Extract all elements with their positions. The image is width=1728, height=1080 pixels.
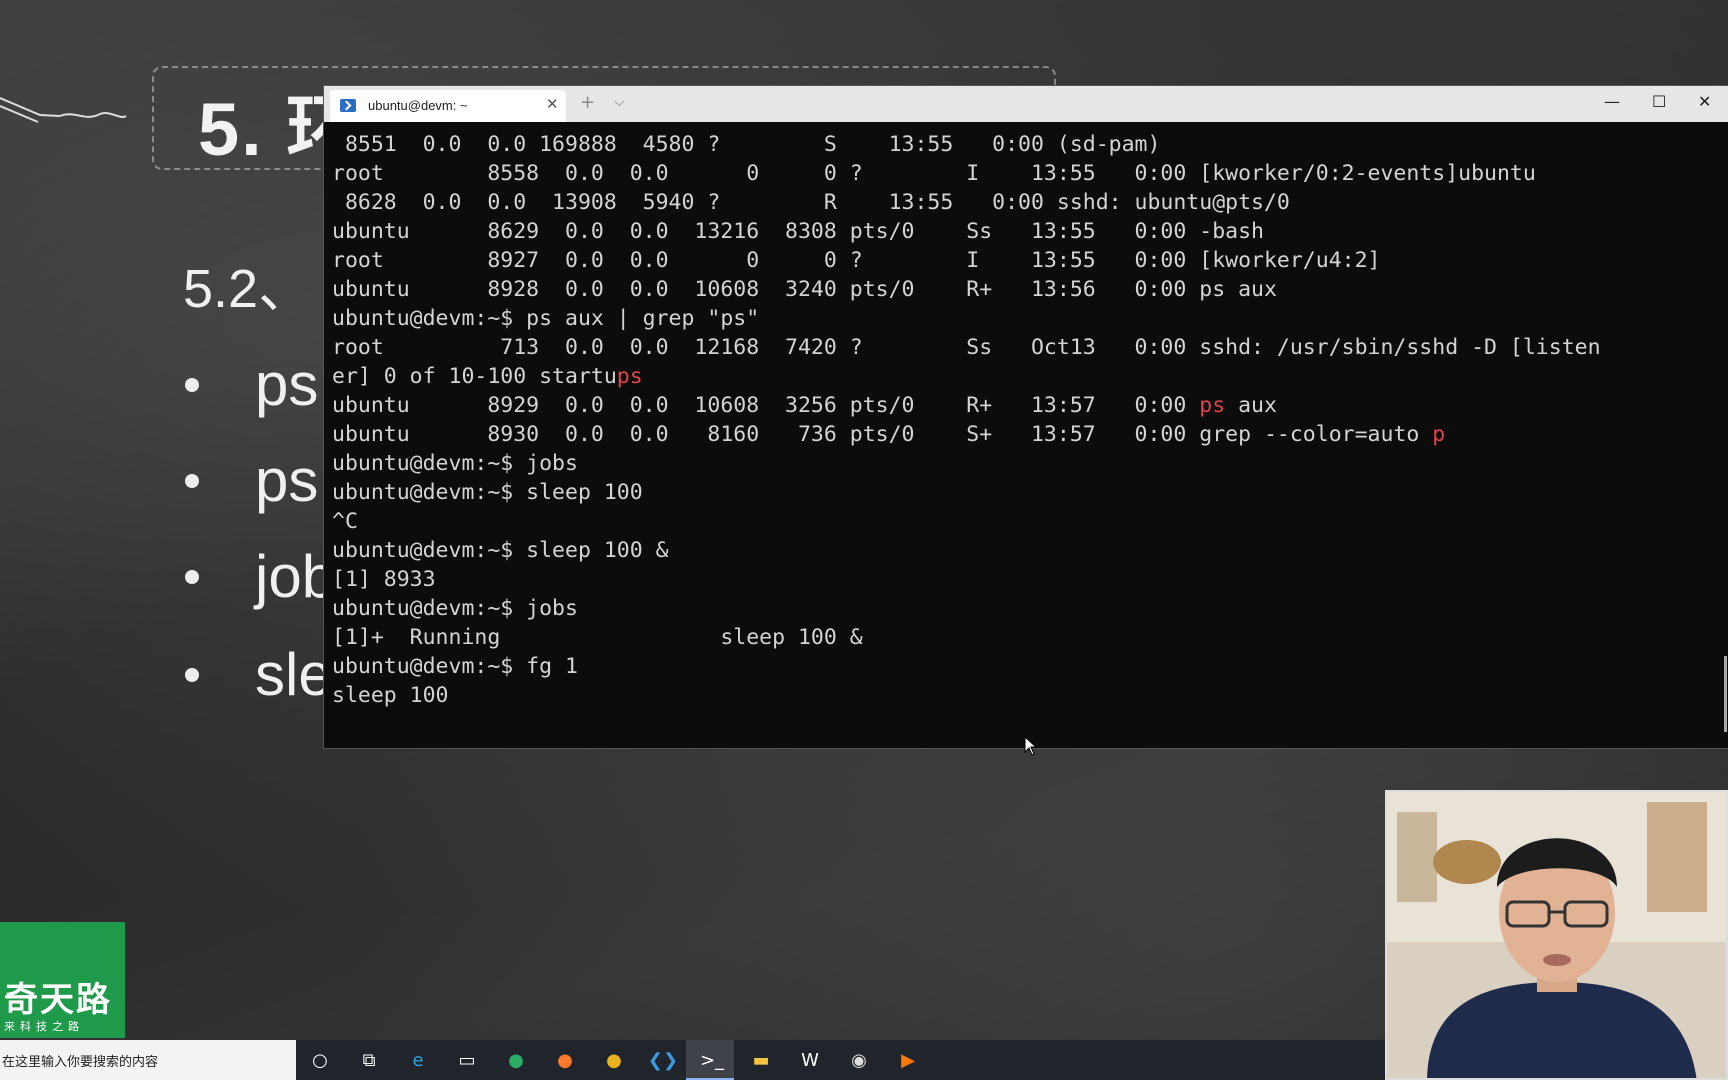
terminal-line: ubuntu@devm:~$ jobs — [332, 594, 1712, 623]
terminal-line: root 8558 0.0 0.0 0 0 ? I 13:55 0:00 [kw… — [332, 159, 1712, 188]
terminal-line: ubuntu@devm:~$ fg 1 — [332, 652, 1712, 681]
terminal-line: ubuntu 8928 0.0 0.0 10608 3240 pts/0 R+ … — [332, 275, 1712, 304]
terminal-line: root 713 0.0 0.0 12168 7420 ? Ss Oct13 0… — [332, 333, 1712, 362]
bullet-dot — [185, 378, 199, 392]
taskbar-search-box[interactable]: 在这里输入你要搜索的内容 — [0, 1040, 296, 1080]
minimize-button[interactable]: — — [1604, 92, 1620, 111]
windows-taskbar: 在这里输入你要搜索的内容 ○ ⧉ e ▭ ● ● ● ❮❯ >_ ▬ W ◉ ▶ — [0, 1040, 1385, 1080]
terminal-line-text: ubuntu@devm:~$ sleep 100 — [332, 480, 643, 505]
grep-match-highlight: ps — [1199, 393, 1226, 418]
bullet-dot — [185, 474, 199, 488]
logo-main-text: 奇天路 — [4, 980, 112, 1020]
terminal-line-text: [1] 8933 — [332, 567, 436, 592]
tab-title: ubuntu@devm: ~ — [368, 98, 468, 113]
edge-icon[interactable]: e — [403, 1045, 433, 1075]
pen-drawing — [0, 97, 127, 123]
terminal-line-text: er] 0 of 10-100 startu — [332, 364, 617, 389]
terminal-line-text: ^C — [332, 509, 358, 534]
obs-icon[interactable]: ◉ — [844, 1045, 874, 1075]
terminal-line-text: ubuntu 8928 0.0 0.0 10608 3240 pts/0 R+ … — [332, 277, 1277, 302]
terminal-line-text: 8551 0.0 0.0 169888 4580 ? S 13:55 0:00 … — [332, 132, 1161, 157]
terminal-line-text: ubuntu 8629 0.0 0.0 13216 8308 pts/0 Ss … — [332, 219, 1264, 244]
slide-subheading: 5.2、 — [183, 259, 313, 319]
terminal-line: ubuntu@devm:~$ ps aux | grep "ps" — [332, 304, 1712, 333]
media-player-icon[interactable]: ▶ — [893, 1045, 923, 1075]
close-tab-icon[interactable]: ✕ — [546, 95, 559, 113]
remote-desktop-icon[interactable]: ▭ — [452, 1045, 482, 1075]
file-explorer-icon[interactable]: ▬ — [746, 1045, 776, 1075]
terminal-line-text: ubuntu@devm:~$ fg 1 — [332, 654, 578, 679]
terminal-line-text: ubuntu 8930 0.0 0.0 8160 736 pts/0 S+ 13… — [332, 422, 1433, 447]
terminal-line: 8628 0.0 0.0 13908 5940 ? R 13:55 0:00 s… — [332, 188, 1712, 217]
terminal-line-text: ubuntu@devm:~$ ps aux | grep "ps" — [332, 306, 760, 331]
terminal-line: ^C — [332, 507, 1712, 536]
brand-logo: 奇天路 来科技之路 — [0, 922, 125, 1038]
terminal-scrollbar[interactable] — [1724, 656, 1727, 732]
close-window-button[interactable]: ✕ — [1698, 92, 1711, 111]
terminal-line-text: ubuntu@devm:~$ sleep 100 & — [332, 538, 669, 563]
terminal-line-text: 8628 0.0 0.0 13908 5940 ? R 13:55 0:00 s… — [332, 190, 1290, 215]
webcam-overlay — [1385, 790, 1728, 1080]
terminal-line: 8551 0.0 0.0 169888 4580 ? S 13:55 0:00 … — [332, 130, 1712, 159]
grep-match-highlight: ps — [616, 364, 643, 389]
terminal-line: ubuntu 8930 0.0 0.0 8160 736 pts/0 S+ 13… — [332, 420, 1712, 449]
terminal-line: ubuntu@devm:~$ jobs — [332, 449, 1712, 478]
terminal-line-text: [1]+ Running sleep 100 & — [332, 625, 863, 650]
vscode-icon[interactable]: ❮❯ — [648, 1045, 678, 1075]
terminal-line: ubuntu@devm:~$ sleep 100 — [332, 478, 1712, 507]
terminal-line-text: ubuntu@devm:~$ jobs — [332, 451, 578, 476]
terminal-icon[interactable]: >_ — [697, 1045, 727, 1075]
chrome-icon[interactable]: ● — [599, 1045, 629, 1075]
terminal-line-text: root 713 0.0 0.0 12168 7420 ? Ss Oct13 0… — [332, 335, 1601, 360]
terminal-line-text: ubuntu@devm:~$ jobs — [332, 596, 578, 621]
terminal-titlebar[interactable]: ubuntu@devm: ~ ✕ + ⌵ — ☐ ✕ — [324, 86, 1728, 122]
terminal-line-suffix: aux — [1225, 393, 1277, 418]
terminal-output[interactable]: 8551 0.0 0.0 169888 4580 ? S 13:55 0:00 … — [332, 130, 1712, 740]
terminal-line: sleep 100 — [332, 681, 1712, 710]
terminal-line-text: ubuntu 8929 0.0 0.0 10608 3256 pts/0 R+ … — [332, 393, 1200, 418]
search-placeholder: 在这里输入你要搜索的内容 — [2, 1055, 159, 1070]
presenter-video-frame — [1387, 792, 1726, 1078]
terminal-line: ubuntu 8929 0.0 0.0 10608 3256 pts/0 R+ … — [332, 391, 1712, 420]
terminal-tab[interactable]: ubuntu@devm: ~ ✕ — [330, 90, 566, 122]
terminal-line: [1]+ Running sleep 100 & — [332, 623, 1712, 652]
chevron-down-icon[interactable]: ⌵ — [614, 94, 625, 110]
terminal-line-text: root 8558 0.0 0.0 0 0 ? I 13:55 0:00 [kw… — [332, 161, 1536, 186]
terminal-line-text: sleep 100 — [332, 683, 449, 708]
bullet-text: ps — [255, 447, 319, 514]
new-tab-button[interactable]: + — [580, 92, 595, 113]
bullet-text: sle — [255, 641, 332, 708]
maximize-button[interactable]: ☐ — [1652, 92, 1666, 111]
terminal-line: ubuntu 8629 0.0 0.0 13216 8308 pts/0 Ss … — [332, 217, 1712, 246]
wechat-icon[interactable]: ● — [501, 1045, 531, 1075]
writer-icon[interactable]: W — [795, 1045, 825, 1075]
grep-match-highlight: p — [1432, 422, 1446, 447]
terminal-window[interactable]: ubuntu@devm: ~ ✕ + ⌵ — ☐ ✕ 8551 0.0 0.0 … — [324, 86, 1728, 756]
terminal-line: ubuntu@devm:~$ sleep 100 & — [332, 536, 1712, 565]
firefox-icon[interactable]: ● — [550, 1045, 580, 1075]
terminal-line: root 8927 0.0 0.0 0 0 ? I 13:55 0:00 [kw… — [332, 246, 1712, 275]
bullet-text: ps — [255, 351, 319, 418]
logo-sub-text: 来科技之路 — [4, 1020, 84, 1033]
bullet-dot — [185, 668, 199, 682]
mouse-cursor-icon — [1024, 736, 1038, 756]
powershell-icon — [340, 99, 356, 112]
terminal-line-text: root 8927 0.0 0.0 0 0 ? I 13:55 0:00 [kw… — [332, 248, 1381, 273]
terminal-line: er] 0 of 10-100 startups — [332, 362, 1712, 391]
bullet-dot — [185, 570, 199, 584]
task-view-icon[interactable]: ⧉ — [354, 1045, 384, 1075]
terminal-line: [1] 8933 — [332, 565, 1712, 594]
cortana-icon[interactable]: ○ — [305, 1045, 335, 1075]
